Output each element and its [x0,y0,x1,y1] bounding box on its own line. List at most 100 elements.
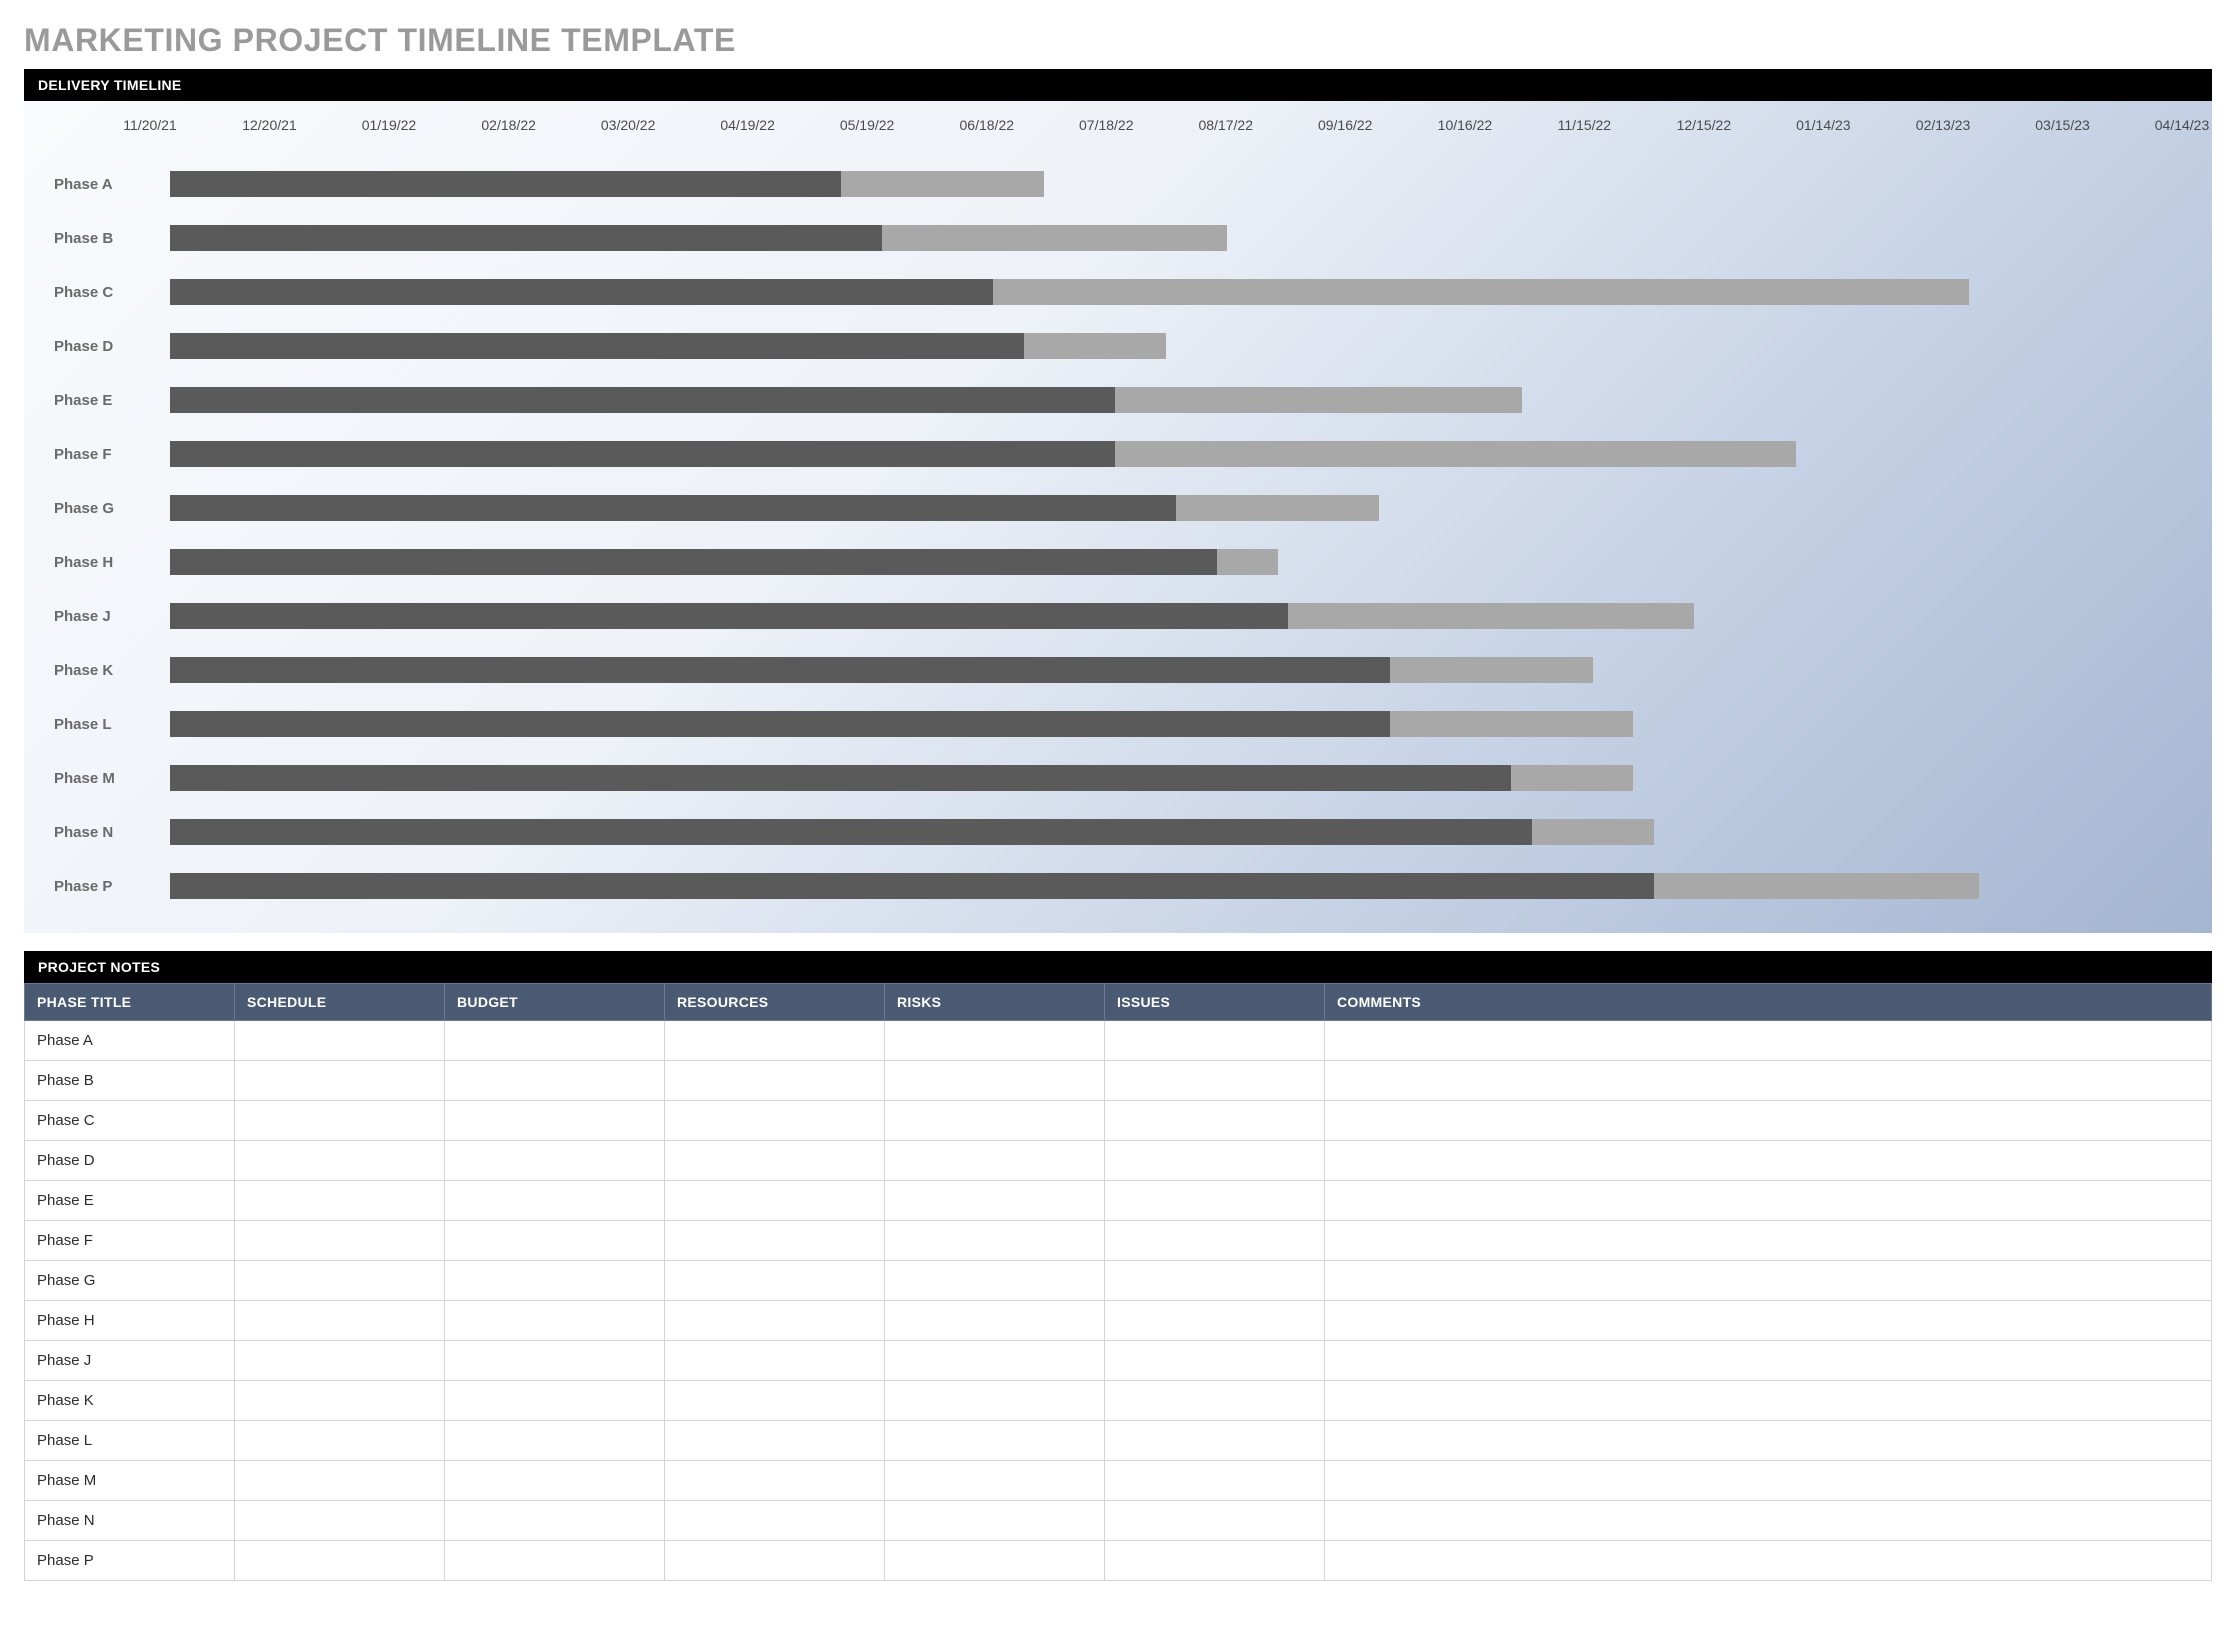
notes-cell-comments[interactable] [1325,1181,2212,1221]
notes-cell-risks[interactable] [885,1261,1105,1301]
notes-cell-risks[interactable] [885,1061,1105,1101]
notes-cell-budget[interactable] [445,1421,665,1461]
notes-cell-resources[interactable] [665,1461,885,1501]
notes-cell-budget[interactable] [445,1261,665,1301]
notes-cell-comments[interactable] [1325,1461,2212,1501]
notes-cell-resources[interactable] [665,1021,885,1061]
notes-cell-phase-title[interactable]: Phase C [25,1101,235,1141]
notes-cell-comments[interactable] [1325,1261,2212,1301]
notes-cell-risks[interactable] [885,1461,1105,1501]
notes-cell-issues[interactable] [1105,1541,1325,1581]
notes-cell-schedule[interactable] [235,1021,445,1061]
notes-cell-phase-title[interactable]: Phase N [25,1501,235,1541]
notes-cell-risks[interactable] [885,1341,1105,1381]
notes-cell-comments[interactable] [1325,1381,2212,1421]
notes-cell-comments[interactable] [1325,1421,2212,1461]
notes-cell-budget[interactable] [445,1101,665,1141]
notes-cell-issues[interactable] [1105,1181,1325,1221]
notes-cell-schedule[interactable] [235,1261,445,1301]
notes-cell-risks[interactable] [885,1141,1105,1181]
notes-cell-resources[interactable] [665,1541,885,1581]
notes-cell-risks[interactable] [885,1021,1105,1061]
notes-cell-issues[interactable] [1105,1461,1325,1501]
notes-cell-resources[interactable] [665,1341,885,1381]
notes-cell-phase-title[interactable]: Phase P [25,1541,235,1581]
notes-cell-schedule[interactable] [235,1221,445,1261]
notes-cell-issues[interactable] [1105,1061,1325,1101]
notes-cell-schedule[interactable] [235,1141,445,1181]
notes-cell-comments[interactable] [1325,1541,2212,1581]
notes-cell-budget[interactable] [445,1141,665,1181]
notes-cell-phase-title[interactable]: Phase H [25,1301,235,1341]
notes-cell-issues[interactable] [1105,1341,1325,1381]
notes-cell-phase-title[interactable]: Phase B [25,1061,235,1101]
notes-cell-budget[interactable] [445,1221,665,1261]
notes-cell-issues[interactable] [1105,1021,1325,1061]
notes-cell-schedule[interactable] [235,1181,445,1221]
notes-cell-budget[interactable] [445,1301,665,1341]
notes-cell-comments[interactable] [1325,1141,2212,1181]
notes-cell-phase-title[interactable]: Phase D [25,1141,235,1181]
notes-cell-resources[interactable] [665,1141,885,1181]
notes-cell-schedule[interactable] [235,1541,445,1581]
notes-cell-resources[interactable] [665,1101,885,1141]
notes-cell-budget[interactable] [445,1541,665,1581]
notes-cell-resources[interactable] [665,1501,885,1541]
notes-cell-phase-title[interactable]: Phase M [25,1461,235,1501]
notes-cell-issues[interactable] [1105,1261,1325,1301]
notes-cell-comments[interactable] [1325,1101,2212,1141]
notes-cell-budget[interactable] [445,1501,665,1541]
notes-cell-schedule[interactable] [235,1301,445,1341]
notes-cell-risks[interactable] [885,1421,1105,1461]
notes-cell-risks[interactable] [885,1501,1105,1541]
notes-cell-comments[interactable] [1325,1301,2212,1341]
notes-cell-schedule[interactable] [235,1061,445,1101]
notes-cell-comments[interactable] [1325,1341,2212,1381]
notes-cell-issues[interactable] [1105,1101,1325,1141]
notes-cell-phase-title[interactable]: Phase L [25,1421,235,1461]
notes-cell-risks[interactable] [885,1101,1105,1141]
notes-cell-risks[interactable] [885,1381,1105,1421]
notes-cell-budget[interactable] [445,1061,665,1101]
chart-bar-base [170,333,1023,359]
notes-cell-schedule[interactable] [235,1381,445,1421]
notes-cell-phase-title[interactable]: Phase A [25,1021,235,1061]
notes-cell-resources[interactable] [665,1421,885,1461]
notes-cell-phase-title[interactable]: Phase K [25,1381,235,1421]
notes-cell-phase-title[interactable]: Phase E [25,1181,235,1221]
notes-cell-budget[interactable] [445,1381,665,1421]
notes-cell-phase-title[interactable]: Phase G [25,1261,235,1301]
chart-bar-row [150,697,2182,751]
notes-cell-budget[interactable] [445,1021,665,1061]
notes-cell-issues[interactable] [1105,1301,1325,1341]
notes-cell-risks[interactable] [885,1301,1105,1341]
notes-cell-budget[interactable] [445,1341,665,1381]
notes-cell-phase-title[interactable]: Phase J [25,1341,235,1381]
notes-cell-schedule[interactable] [235,1341,445,1381]
notes-cell-schedule[interactable] [235,1461,445,1501]
notes-cell-issues[interactable] [1105,1501,1325,1541]
notes-cell-resources[interactable] [665,1261,885,1301]
notes-cell-risks[interactable] [885,1541,1105,1581]
notes-cell-issues[interactable] [1105,1381,1325,1421]
notes-cell-budget[interactable] [445,1461,665,1501]
notes-cell-schedule[interactable] [235,1421,445,1461]
notes-cell-resources[interactable] [665,1221,885,1261]
notes-cell-issues[interactable] [1105,1221,1325,1261]
notes-cell-budget[interactable] [445,1181,665,1221]
notes-cell-issues[interactable] [1105,1141,1325,1181]
notes-cell-schedule[interactable] [235,1501,445,1541]
notes-cell-issues[interactable] [1105,1421,1325,1461]
notes-cell-resources[interactable] [665,1381,885,1421]
notes-cell-phase-title[interactable]: Phase F [25,1221,235,1261]
notes-cell-schedule[interactable] [235,1101,445,1141]
notes-cell-comments[interactable] [1325,1501,2212,1541]
notes-cell-resources[interactable] [665,1181,885,1221]
notes-cell-comments[interactable] [1325,1221,2212,1261]
notes-cell-comments[interactable] [1325,1021,2212,1061]
notes-cell-risks[interactable] [885,1221,1105,1261]
notes-cell-resources[interactable] [665,1061,885,1101]
notes-cell-risks[interactable] [885,1181,1105,1221]
notes-cell-comments[interactable] [1325,1061,2212,1101]
notes-cell-resources[interactable] [665,1301,885,1341]
